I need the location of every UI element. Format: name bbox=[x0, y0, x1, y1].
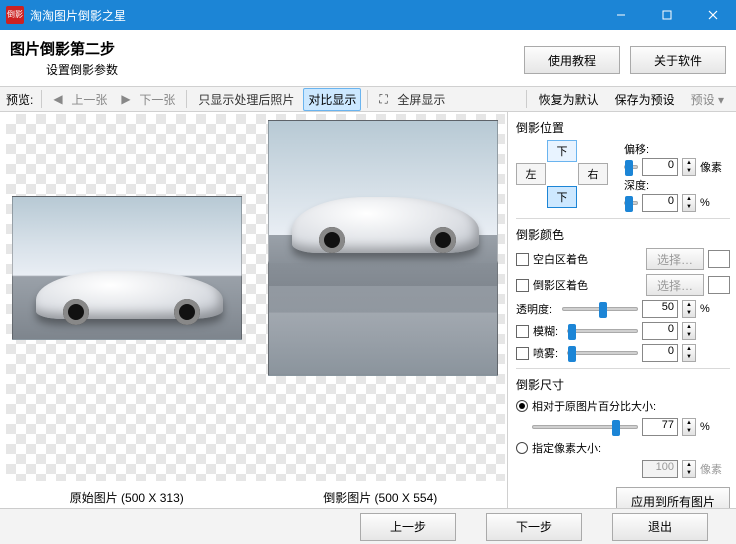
blur-value[interactable]: 0 bbox=[642, 322, 678, 340]
offset-unit: 像素 bbox=[700, 159, 730, 175]
offset-slider[interactable] bbox=[624, 165, 638, 169]
depth-value[interactable]: 0 bbox=[642, 194, 678, 212]
close-button[interactable] bbox=[690, 0, 736, 30]
absolute-size-unit: 像素 bbox=[700, 461, 730, 477]
dir-left[interactable]: 左 bbox=[516, 163, 546, 185]
chevron-down-icon: ▾ bbox=[715, 93, 724, 107]
spray-checkbox[interactable] bbox=[516, 347, 529, 360]
blur-stepper[interactable]: ▲▼ bbox=[682, 322, 696, 340]
spray-slider[interactable] bbox=[567, 351, 638, 355]
app-title: 淘淘图片倒影之星 bbox=[30, 7, 598, 24]
opacity-slider[interactable] bbox=[562, 307, 638, 311]
titlebar: 倒影 淘淘图片倒影之星 bbox=[0, 0, 736, 30]
spray-label: 喷雾: bbox=[533, 345, 563, 361]
color-group-title: 倒影颜色 bbox=[516, 226, 730, 243]
app-icon: 倒影 bbox=[6, 6, 24, 24]
prev-image-button[interactable]: ◀上一张 bbox=[48, 88, 112, 111]
preview-label: 预览: bbox=[6, 91, 33, 108]
relative-size-slider[interactable] bbox=[532, 425, 638, 429]
original-thumbnail bbox=[12, 196, 242, 340]
next-image-button[interactable]: ▶下一张 bbox=[116, 88, 180, 111]
depth-stepper[interactable]: ▲▼ bbox=[682, 194, 696, 212]
dir-right[interactable]: 右 bbox=[578, 163, 608, 185]
result-thumbnail bbox=[268, 120, 498, 376]
exit-button[interactable]: 退出 bbox=[612, 513, 708, 541]
offset-stepper[interactable]: ▲▼ bbox=[682, 158, 696, 176]
depth-label: 深度: bbox=[624, 177, 666, 193]
blank-color-select[interactable]: 选择… bbox=[646, 248, 704, 270]
dir-up[interactable]: 下 bbox=[547, 140, 577, 162]
absolute-size-radio[interactable] bbox=[516, 442, 528, 454]
size-group-title: 倒影尺寸 bbox=[516, 376, 730, 393]
offset-label: 偏移: bbox=[624, 141, 666, 157]
depth-slider[interactable] bbox=[624, 201, 638, 205]
dir-down[interactable]: 下 bbox=[547, 186, 577, 208]
offset-value[interactable]: 0 bbox=[642, 158, 678, 176]
blank-fill-label: 空白区着色 bbox=[533, 251, 642, 267]
result-only-button[interactable]: 只显示处理后照片 bbox=[193, 88, 299, 111]
about-button[interactable]: 关于软件 bbox=[630, 46, 726, 74]
region-color-select[interactable]: 选择… bbox=[646, 274, 704, 296]
preview-canvas bbox=[6, 114, 505, 481]
relative-size-label: 相对于原图片百分比大小: bbox=[532, 398, 656, 414]
preset-dropdown[interactable]: 预设 ▾ bbox=[685, 89, 730, 110]
region-fill-label: 倒影区着色 bbox=[533, 277, 642, 293]
relative-size-radio[interactable] bbox=[516, 400, 528, 412]
footer: 上一步 下一步 退出 bbox=[0, 508, 736, 544]
next-step-button[interactable]: 下一步 bbox=[486, 513, 582, 541]
blur-label: 模糊: bbox=[533, 323, 563, 339]
blur-checkbox[interactable] bbox=[516, 325, 529, 338]
fullscreen-button[interactable]: ⛶全屏显示 bbox=[374, 88, 450, 111]
relative-size-stepper[interactable]: ▲▼ bbox=[682, 418, 696, 436]
toolbar: 预览: ◀上一张 ▶下一张 只显示处理后照片 对比显示 ⛶全屏显示 恢复为默认 … bbox=[0, 86, 736, 112]
region-color-swatch bbox=[708, 276, 730, 294]
prev-step-button[interactable]: 上一步 bbox=[360, 513, 456, 541]
step-subtitle: 设置倒影参数 bbox=[46, 61, 118, 78]
restore-default-button[interactable]: 恢复为默认 bbox=[533, 89, 605, 110]
fullscreen-icon: ⛶ bbox=[379, 92, 393, 106]
direction-selector: 下 左 右 下 bbox=[516, 140, 608, 213]
save-preset-button[interactable]: 保存为预设 bbox=[609, 89, 681, 110]
relative-size-value[interactable]: 77 bbox=[642, 418, 678, 436]
tutorial-button[interactable]: 使用教程 bbox=[524, 46, 620, 74]
next-icon: ▶ bbox=[121, 92, 135, 106]
step-title: 图片倒影第二步 bbox=[10, 38, 118, 59]
region-fill-checkbox[interactable] bbox=[516, 279, 529, 292]
preview-pane: 原始图片 (500 X 313) 倒影图片 (500 X 554) bbox=[0, 112, 508, 516]
result-caption: 倒影图片 (500 X 554) bbox=[323, 489, 437, 506]
header: 图片倒影第二步 设置倒影参数 使用教程 关于软件 bbox=[0, 30, 736, 86]
opacity-value[interactable]: 50 bbox=[642, 300, 678, 318]
position-group-title: 倒影位置 bbox=[516, 119, 730, 136]
spray-value[interactable]: 0 bbox=[642, 344, 678, 362]
opacity-label: 透明度: bbox=[516, 301, 558, 317]
prev-icon: ◀ bbox=[53, 92, 67, 106]
blank-fill-checkbox[interactable] bbox=[516, 253, 529, 266]
settings-panel: 倒影位置 下 左右 下 偏移: 0▲▼像素 深度: 0▲▼% 倒影颜色 空白区着… bbox=[508, 112, 736, 516]
original-caption: 原始图片 (500 X 313) bbox=[70, 489, 184, 506]
absolute-size-stepper[interactable]: ▲▼ bbox=[682, 460, 696, 478]
absolute-size-value: 100 bbox=[642, 460, 678, 478]
spray-stepper[interactable]: ▲▼ bbox=[682, 344, 696, 362]
absolute-size-label: 指定像素大小: bbox=[532, 440, 601, 456]
maximize-button[interactable] bbox=[644, 0, 690, 30]
compare-view-button[interactable]: 对比显示 bbox=[303, 88, 361, 111]
blank-color-swatch bbox=[708, 250, 730, 268]
opacity-stepper[interactable]: ▲▼ bbox=[682, 300, 696, 318]
blur-slider[interactable] bbox=[567, 329, 638, 333]
minimize-button[interactable] bbox=[598, 0, 644, 30]
depth-unit: % bbox=[700, 197, 730, 209]
